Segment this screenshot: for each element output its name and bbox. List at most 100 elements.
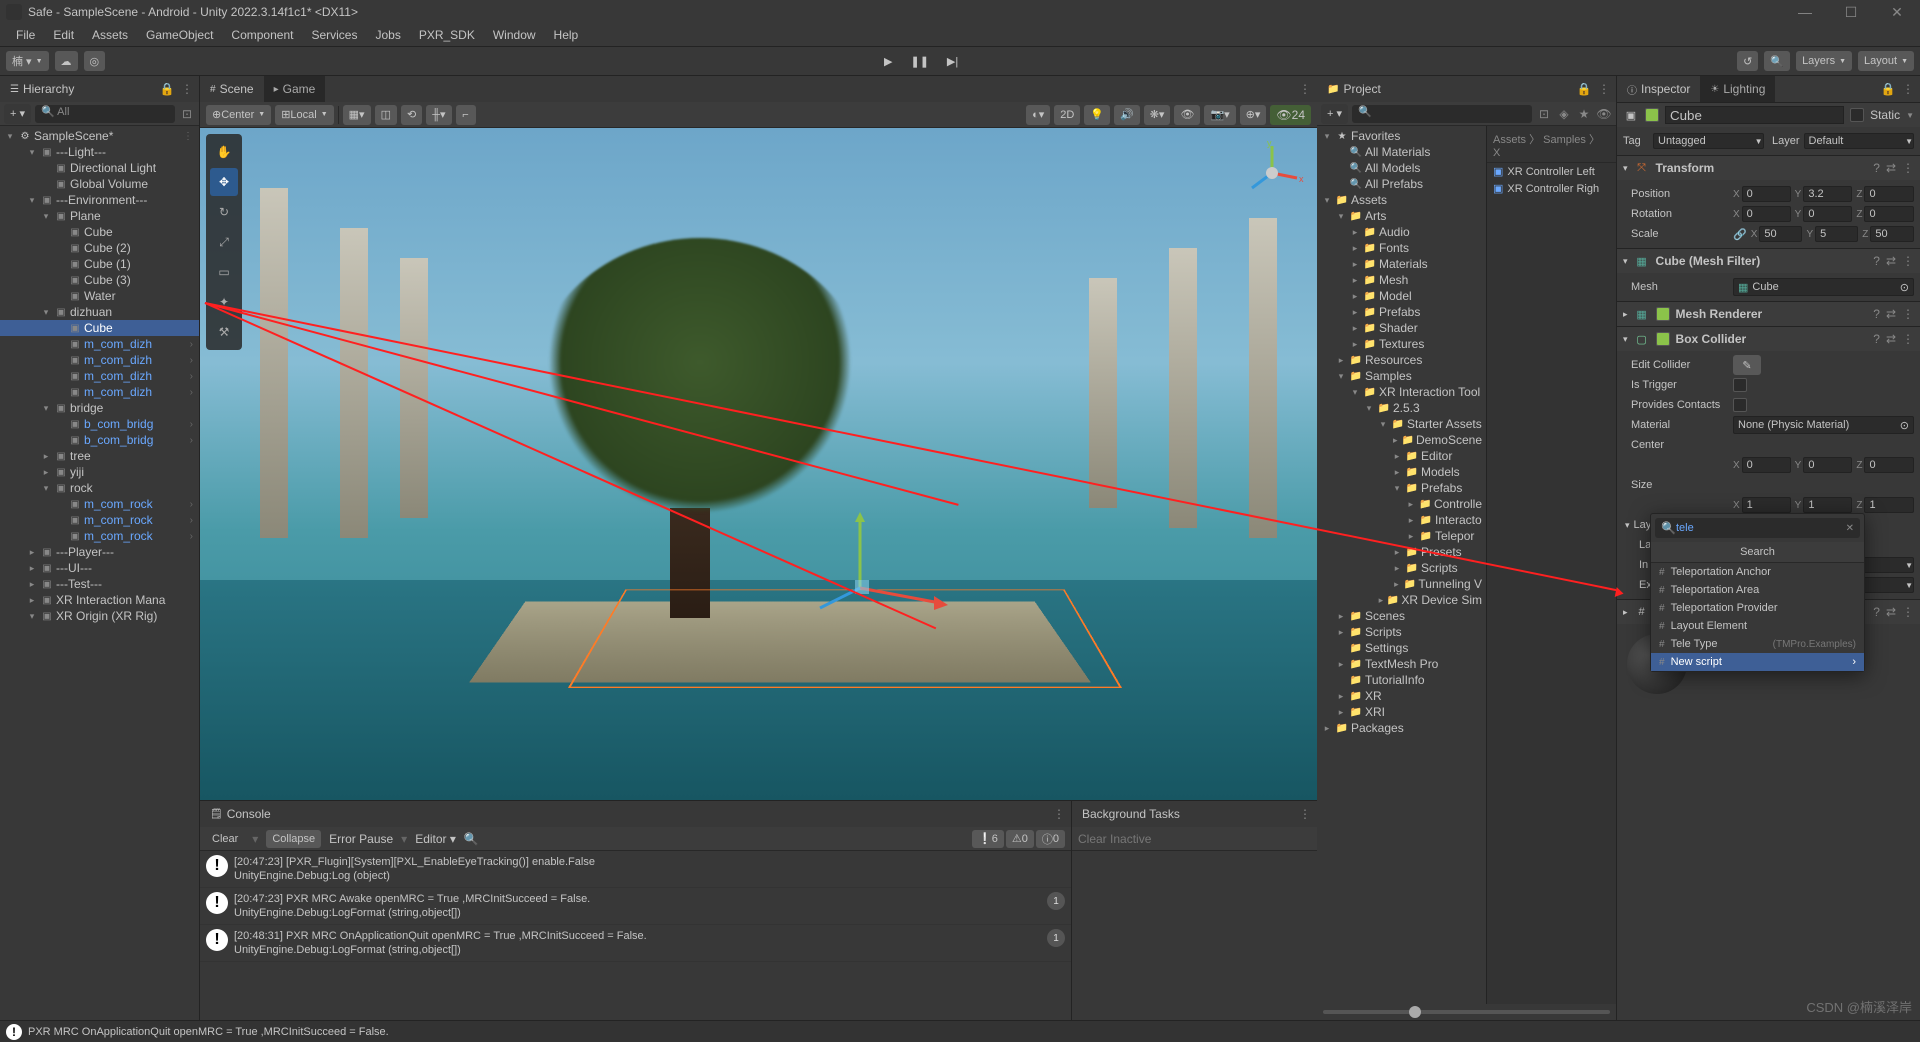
preset-icon[interactable]: ⇄ [1886,161,1896,175]
project-item[interactable]: ▸📁Prefabs [1317,304,1486,320]
manage-button[interactable]: ◎ [84,51,106,71]
2d-toggle[interactable]: 2D [1054,105,1080,125]
hierarchy-item[interactable]: ▸▣tree [0,448,199,464]
hierarchy-item[interactable]: ▾▣Plane [0,208,199,224]
menu-file[interactable]: File [8,26,43,44]
menu-pxrsdk[interactable]: PXR_SDK [411,26,483,44]
active-checkbox[interactable] [1645,108,1659,122]
hierarchy-item[interactable]: ▣Directional Light [0,160,199,176]
info-filter[interactable]: ⓘ0 [1036,830,1065,848]
console-errpause[interactable]: Error Pause [329,832,393,846]
project-item[interactable]: ▾📁Arts [1317,208,1486,224]
grid-icon[interactable]: ╫▾ [426,105,451,125]
scl-z[interactable]: 50 [1870,226,1914,242]
project-item[interactable]: 📁TutorialInfo [1317,672,1486,688]
rotate-tool-icon[interactable]: ↻ [210,198,238,226]
snap-increment-icon[interactable]: ◫ [375,105,397,125]
hierarchy-item[interactable]: ▸▣---Player--- [0,544,199,560]
minimize-button[interactable]: — [1782,0,1828,24]
move-tool-icon[interactable]: ✥ [210,168,238,196]
scene-menu-icon[interactable]: ⋮ [1297,82,1313,96]
hierarchy-item[interactable]: ▣Cube (1) [0,256,199,272]
snap-rotation-icon[interactable]: ⟲ [401,105,422,125]
space-dropdown[interactable]: ⊞Local [275,105,333,125]
pos-x[interactable]: 0 [1742,186,1791,202]
edit-collider-button[interactable]: ✎ [1733,355,1761,375]
hierarchy-item[interactable]: ▣b_com_bridg› [0,416,199,432]
hierarchy-lock-icon[interactable]: 🔒 [159,82,175,96]
project-item[interactable]: ▸📁Scripts [1317,560,1486,576]
project-menu-icon[interactable]: ⋮ [1596,82,1612,96]
console-menu-icon[interactable]: ⋮ [1051,807,1067,821]
rect-tool-icon[interactable]: ▭ [210,258,238,286]
hierarchy-item[interactable]: ▣m_com_dizh› [0,336,199,352]
mesh-field[interactable]: ▦Cube⊙ [1733,278,1914,296]
hierarchy-item[interactable]: ▣m_com_dizh› [0,352,199,368]
project-item[interactable]: ▸📁Interacto [1317,512,1486,528]
hierarchy-item[interactable]: ▣m_com_rock› [0,528,199,544]
search-mode-icon[interactable]: ⊡ [179,107,195,121]
hierarchy-item[interactable]: ▾▣XR Origin (XR Rig) [0,608,199,624]
filter-label-icon[interactable]: ◈ [1556,107,1572,121]
hierarchy-item[interactable]: ▣b_com_bridg› [0,432,199,448]
project-item[interactable]: ▾📁Prefabs [1317,480,1486,496]
undo-history-button[interactable]: ↺ [1737,51,1758,71]
account-dropdown[interactable]: 楠 ▾ [6,51,49,71]
project-item[interactable]: ▾📁Assets [1317,192,1486,208]
menu-jobs[interactable]: Jobs [367,26,408,44]
hierarchy-item[interactable]: ▣Cube [0,320,199,336]
project-item[interactable]: 🔍All Prefabs [1317,176,1486,192]
project-item[interactable]: 📁Settings [1317,640,1486,656]
scl-y[interactable]: 5 [1815,226,1858,242]
hierarchy-item[interactable]: ▣m_com_dizh› [0,384,199,400]
rot-x[interactable]: 0 [1742,206,1791,222]
rot-z[interactable]: 0 [1864,206,1914,222]
favorite-icon[interactable]: ★ [1576,107,1592,121]
clear-search-icon[interactable]: ✕ [1846,523,1854,534]
error-filter[interactable]: ❕6 [972,830,1004,848]
hierarchy-item[interactable]: ▾▣---Light--- [0,144,199,160]
hierarchy-item[interactable]: ▣m_com_rock› [0,496,199,512]
hierarchy-item[interactable]: ▣Cube [0,224,199,240]
create-dropdown[interactable]: + ▾ [4,104,31,124]
console-body[interactable]: ![20:47:23] [PXR_Flugin][System][PXL_Ena… [200,851,1071,1020]
hidden-icon[interactable]: 👁 [1596,107,1612,121]
hierarchy-item[interactable]: ▾▣dizhuan [0,304,199,320]
console-collapse[interactable]: Collapse [266,830,321,848]
component-option[interactable]: #New script› [1651,653,1864,671]
project-item[interactable]: ▸📁Materials [1317,256,1486,272]
center-y[interactable]: 0 [1803,457,1852,473]
project-item[interactable]: ▸📁Controlle [1317,496,1486,512]
tab-lighting[interactable]: ☀Lighting [1700,76,1775,102]
project-item[interactable]: ▸📁Models [1317,464,1486,480]
name-field[interactable] [1665,106,1844,124]
visibility-count[interactable]: 👁24 [1270,105,1311,125]
warn-filter[interactable]: ⚠0 [1006,830,1034,848]
rot-y[interactable]: 0 [1803,206,1852,222]
orientation-gizmo[interactable]: xy [1237,138,1307,208]
meshrenderer-header[interactable]: ▸▦Mesh Renderer?⇄⋮ [1617,302,1920,326]
tab-inspector[interactable]: ⓘInspector [1617,76,1700,102]
hierarchy-item[interactable]: ▣Water [0,288,199,304]
hierarchy-item[interactable]: ▸▣---Test--- [0,576,199,592]
project-item[interactable]: ▸📁XR [1317,688,1486,704]
project-item[interactable]: ▾📁Samples [1317,368,1486,384]
hierarchy-item[interactable]: ▣Cube (2) [0,240,199,256]
menu-assets[interactable]: Assets [84,26,136,44]
menu-component[interactable]: Component [223,26,301,44]
magnet-icon[interactable]: ⌐ [456,105,476,125]
hierarchy-item[interactable]: ▣Global Volume [0,176,199,192]
cloud-button[interactable]: ☁ [55,51,78,71]
size-z[interactable]: 1 [1864,497,1914,513]
static-checkbox[interactable] [1850,108,1864,122]
component-option[interactable]: #Teleportation Provider [1651,599,1864,617]
search-button[interactable]: 🔍 [1764,51,1790,71]
layers-dropdown[interactable]: Layers [1796,51,1852,71]
project-item[interactable]: ▸📁Fonts [1317,240,1486,256]
hierarchy-item[interactable]: ▾▣---Environment--- [0,192,199,208]
project-search[interactable]: 🔍 [1352,105,1532,123]
project-item[interactable]: ▸📁Tunneling V [1317,576,1486,592]
component-option[interactable]: #Tele Type(TMPro.Examples) [1651,635,1864,653]
console-entry[interactable]: ![20:47:23] [PXR_Flugin][System][PXL_Ena… [200,851,1071,888]
project-zoom-slider[interactable] [1323,1010,1610,1014]
